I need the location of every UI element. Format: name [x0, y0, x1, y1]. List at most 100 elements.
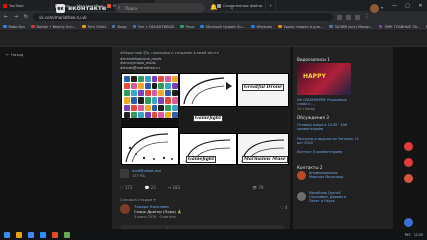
notifications-bell-icon[interactable]: 🔔	[210, 4, 217, 11]
profile-icon[interactable]	[355, 14, 360, 20]
video-caption[interactable]: HA CRASHPAPER. Разрывные слова о ...	[297, 98, 355, 106]
search-placeholder: Поиск	[125, 5, 138, 11]
grid-icon	[130, 90, 137, 97]
grid-icon	[144, 104, 151, 111]
youtube-float-icon[interactable]	[404, 142, 413, 151]
vk-search-input[interactable]: ⌕ Поиск	[115, 3, 205, 13]
taskbar	[0, 229, 427, 240]
discussion-item[interactable]: Отзывы/ вчера в 13:30 · 436 комментариев	[297, 123, 359, 131]
extension-icon[interactable]	[337, 14, 342, 20]
attached-file[interactable]: mod@vkbot.exe 157 КБ	[120, 169, 161, 178]
bookmark-item[interactable]: Rabb Bus	[3, 25, 25, 29]
grid-icon	[124, 76, 130, 83]
new-tab-button[interactable]: +	[266, 0, 277, 11]
browser-icon[interactable]	[28, 231, 34, 238]
grid-icon	[151, 97, 158, 104]
minimize-button[interactable]: —	[388, 0, 401, 11]
grid-icon	[130, 97, 137, 104]
avatar[interactable]	[297, 192, 306, 201]
reload-icon[interactable]: ↻	[23, 14, 29, 20]
browser-menu-icon[interactable]: ⋮	[364, 14, 370, 20]
grid-icon	[151, 104, 158, 111]
comment-like-button[interactable]: ♡ 4	[280, 205, 287, 210]
bookmark-favicon-icon	[378, 24, 383, 29]
tab-favicon-icon	[3, 3, 7, 8]
post-image-collage[interactable]: Greatful Drone Gamefight Gamefight Marma…	[121, 73, 289, 213]
back-arrow-icon[interactable]: ←	[3, 14, 9, 20]
bookmark-item[interactable]: Barber • Beauty Sun...	[31, 25, 76, 29]
url-text: vk.com/mariatheo.ru.vk	[39, 14, 87, 20]
bookmark-label: Чат с ОБЪЕКТИВОЙ	[138, 24, 175, 29]
vk-logo-icon[interactable]: вк	[56, 4, 65, 13]
heart-float-icon[interactable]	[404, 174, 413, 183]
comments-sort-dropdown[interactable]: Сначала старые ▾	[120, 197, 155, 202]
bookmark-favicon-icon	[82, 24, 86, 29]
hashtag-link[interactable]: #mods@mariatheo.ru	[120, 66, 161, 70]
grid-icon	[172, 111, 178, 118]
stamp-label: Marmalow Muse	[242, 156, 288, 163]
discussion-item[interactable]: Контакт 6 комментариев	[297, 150, 359, 154]
bookmark-item[interactable]: Уроки теорея и для...	[278, 25, 323, 29]
language-indicator[interactable]: РУС	[405, 233, 411, 237]
comment-count: 23	[150, 185, 156, 190]
tab-favicon-icon	[107, 3, 111, 8]
grid-icon	[172, 76, 178, 83]
bookmark-item[interactable]: Fern Stilist	[82, 25, 106, 29]
videos-heading[interactable]: Видеозаписи 1	[297, 57, 330, 62]
grid-icon	[172, 83, 178, 90]
contact-item[interactable]: Михайлов Сергей Сергеевич, Дерева и Паке…	[309, 191, 353, 203]
music-icon[interactable]: ♫	[230, 5, 234, 10]
bookmark-item[interactable]: Чат с ОБЪЕКТИВОЙ	[132, 24, 175, 29]
vk-float-icon[interactable]	[404, 158, 413, 167]
arc-sketch-image	[179, 73, 237, 107]
clock[interactable]: 12:25	[414, 233, 423, 237]
url-field[interactable]: vk.com/mariatheo.ru.vk	[33, 13, 333, 21]
grid-icon	[137, 90, 144, 97]
bookmark-item[interactable]: Picos	[180, 25, 194, 29]
bookmark-label: Fern Stilist	[87, 24, 106, 29]
explorer-icon[interactable]	[16, 231, 22, 238]
post-hashtags: #mariatheoruna_mods #anonymous_mods #mod…	[120, 57, 161, 70]
bookmark-label: Уроки теорея и для...	[283, 24, 324, 29]
app-icon[interactable]	[64, 231, 70, 238]
bookmark-item[interactable]: Microsoft Update Gu...	[200, 25, 245, 29]
chat-float-icon[interactable]	[404, 218, 413, 227]
discussions-heading[interactable]: Обсуждения 3	[297, 115, 329, 120]
grid-icon	[137, 83, 144, 90]
forward-arrow-icon[interactable]: →	[13, 14, 19, 20]
right-sidebar: Видеозаписи 1 HAPPY HA CRASHPAPER. Разры…	[293, 47, 393, 240]
vk-brand-name[interactable]: вконтакте	[68, 4, 106, 12]
bookmark-item[interactable]: Вход	[111, 25, 127, 29]
discussion-item[interactable]: Рассказы и мод-листы Чопорно 13 окт 2020	[297, 137, 359, 145]
grid-icon	[158, 90, 165, 97]
bookmark-favicon-icon	[31, 24, 35, 29]
browser-tab[interactable]: Сохраненные файлы	[214, 0, 266, 11]
system-tray: РУС 12:25	[405, 229, 423, 240]
start-icon[interactable]	[4, 231, 10, 238]
close-button[interactable]: ✕	[414, 0, 427, 11]
browser-tab[interactable]: YouTube	[0, 0, 52, 11]
maximize-button[interactable]: ▢	[401, 0, 414, 11]
comment-meta[interactable]: 3 июня 2019 · Ответить	[134, 215, 176, 219]
app-icon[interactable]	[52, 231, 58, 238]
avatar[interactable]	[120, 204, 130, 214]
app-icon[interactable]	[40, 231, 46, 238]
file-name[interactable]: mod@vkbot.exe	[132, 169, 161, 173]
comment-button[interactable]: 💬 23	[145, 185, 156, 190]
bookmark-favicon-icon	[132, 24, 136, 29]
avatar[interactable]	[297, 171, 306, 180]
grid-icon	[144, 111, 151, 118]
bookmark-item[interactable]: Windows	[251, 25, 272, 29]
repost-button[interactable]: ↪ 183	[168, 185, 180, 190]
like-button[interactable]: ♡ 172	[120, 185, 133, 190]
arc-sketch-svg	[183, 77, 232, 105]
back-link[interactable]: ← Назад	[6, 52, 23, 57]
stamp-image: Greatful Drone	[237, 73, 289, 107]
bookmarks-bar: Rabb Bus Barber • Beauty Sun... Fern Stili…	[0, 23, 427, 31]
bookmark-item[interactable]: ЗАЛИВ (все) Макар...	[329, 25, 373, 29]
contact-item[interactable]: Анимированная Морская Мельница	[309, 171, 353, 179]
chevron-down-icon[interactable]: ▾	[381, 5, 383, 10]
extension-icon[interactable]	[346, 14, 351, 20]
avatar[interactable]	[370, 4, 379, 13]
bookmark-item[interactable]: ПМК ГЛАВНЫЕ ЗА...	[378, 24, 420, 29]
